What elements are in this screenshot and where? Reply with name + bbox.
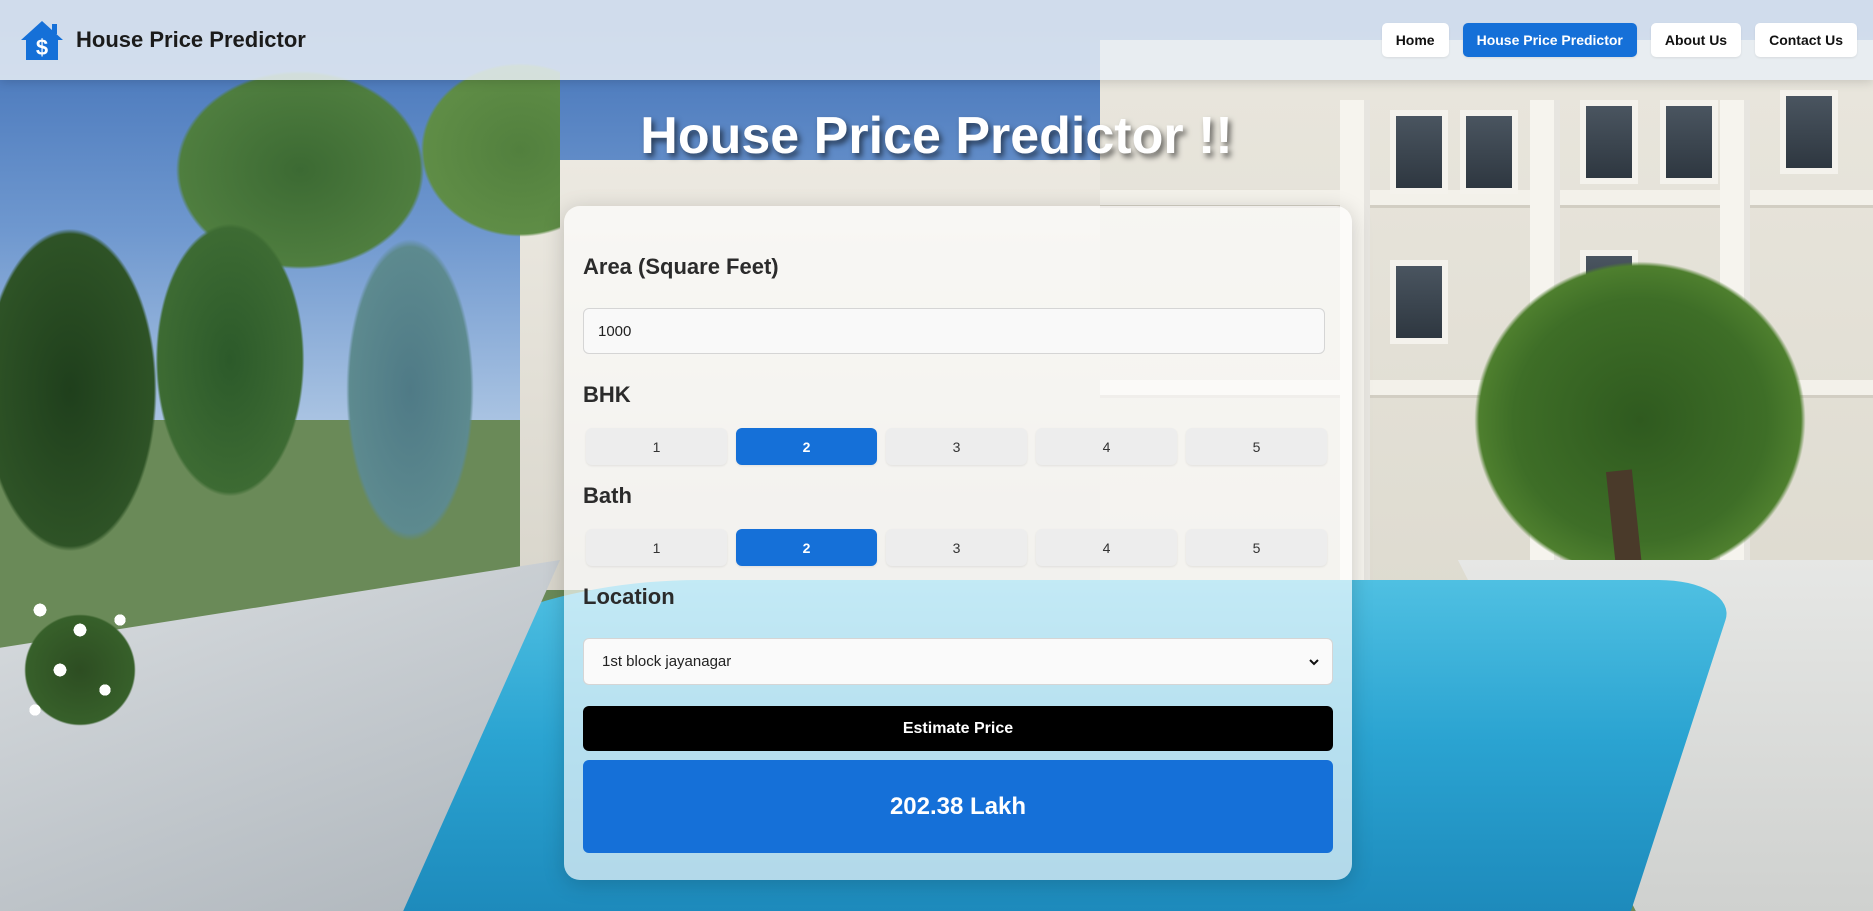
location-select[interactable]: 1st block jayanagar bbox=[583, 638, 1333, 685]
page-title: House Price Predictor !! bbox=[640, 107, 1233, 165]
nav-contact-us-button[interactable]: Contact Us bbox=[1755, 23, 1857, 57]
area-input[interactable] bbox=[583, 308, 1325, 354]
top-navbar: $ House Price Predictor Home House Price… bbox=[0, 0, 1873, 80]
app-title: House Price Predictor bbox=[76, 27, 306, 52]
bath-label: Bath bbox=[583, 483, 632, 508]
nav-about-us-button[interactable]: About Us bbox=[1650, 23, 1742, 57]
estimate-price-button[interactable]: Estimate Price bbox=[583, 706, 1333, 751]
house-dollar-icon: $ bbox=[21, 21, 63, 60]
bhk-option-2[interactable]: 2 bbox=[736, 428, 877, 465]
bath-option-3[interactable]: 3 bbox=[886, 529, 1027, 566]
location-label: Location bbox=[583, 584, 675, 609]
brand[interactable]: $ House Price Predictor bbox=[18, 18, 306, 62]
bath-option-1[interactable]: 1 bbox=[586, 529, 727, 566]
location-selected-value: 1st block jayanagar bbox=[602, 653, 732, 670]
bhk-label: BHK bbox=[583, 382, 631, 407]
bhk-option-4[interactable]: 4 bbox=[1036, 428, 1177, 465]
nav-menu: Home House Price Predictor About Us Cont… bbox=[1381, 23, 1857, 57]
bath-option-5[interactable]: 5 bbox=[1186, 529, 1327, 566]
bath-option-4[interactable]: 4 bbox=[1036, 529, 1177, 566]
bath-selector: 1 2 3 4 5 bbox=[586, 529, 1336, 566]
bhk-option-5[interactable]: 5 bbox=[1186, 428, 1327, 465]
area-label: Area (Square Feet) bbox=[583, 254, 779, 279]
bath-option-2[interactable]: 2 bbox=[736, 529, 877, 566]
bhk-selector: 1 2 3 4 5 bbox=[586, 428, 1336, 465]
bhk-option-1[interactable]: 1 bbox=[586, 428, 727, 465]
nav-house-price-predictor-button[interactable]: House Price Predictor bbox=[1462, 23, 1637, 57]
estimated-price-result: 202.38 Lakh bbox=[583, 760, 1333, 853]
nav-home-button[interactable]: Home bbox=[1381, 23, 1449, 57]
prediction-form-card: Area (Square Feet) BHK 1 2 3 4 5 Bath 1 … bbox=[564, 206, 1352, 880]
estimated-price-value: 202.38 Lakh bbox=[889, 792, 1027, 820]
svg-text:$: $ bbox=[36, 35, 48, 60]
bhk-option-3[interactable]: 3 bbox=[886, 428, 1027, 465]
chevron-down-icon bbox=[1309, 658, 1319, 665]
